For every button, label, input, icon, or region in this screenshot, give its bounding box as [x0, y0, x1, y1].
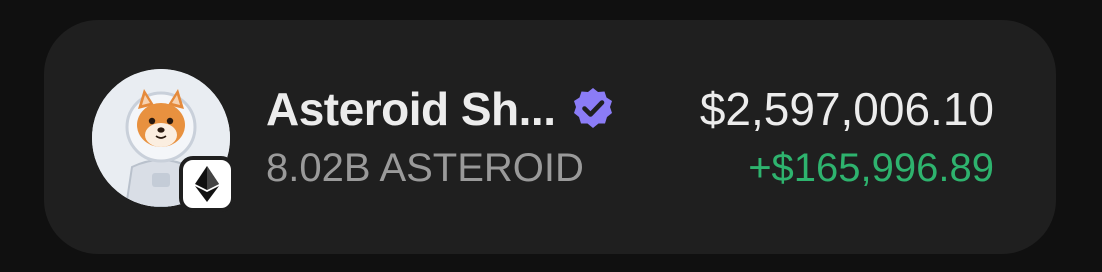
ethereum-icon [195, 166, 219, 202]
token-row[interactable]: Asteroid Sh... 8.02B ASTEROID $2,597,006… [44, 20, 1056, 254]
verified-badge-icon [574, 88, 613, 128]
token-name: Asteroid Sh... [266, 83, 556, 135]
token-change: +$165,996.89 [748, 146, 994, 190]
token-value: $2,597,006.10 [699, 83, 994, 135]
token-name-row: Asteroid Sh... [266, 78, 617, 140]
token-balance: 8.02B ASTEROID [266, 146, 584, 190]
chain-badge [179, 156, 235, 212]
